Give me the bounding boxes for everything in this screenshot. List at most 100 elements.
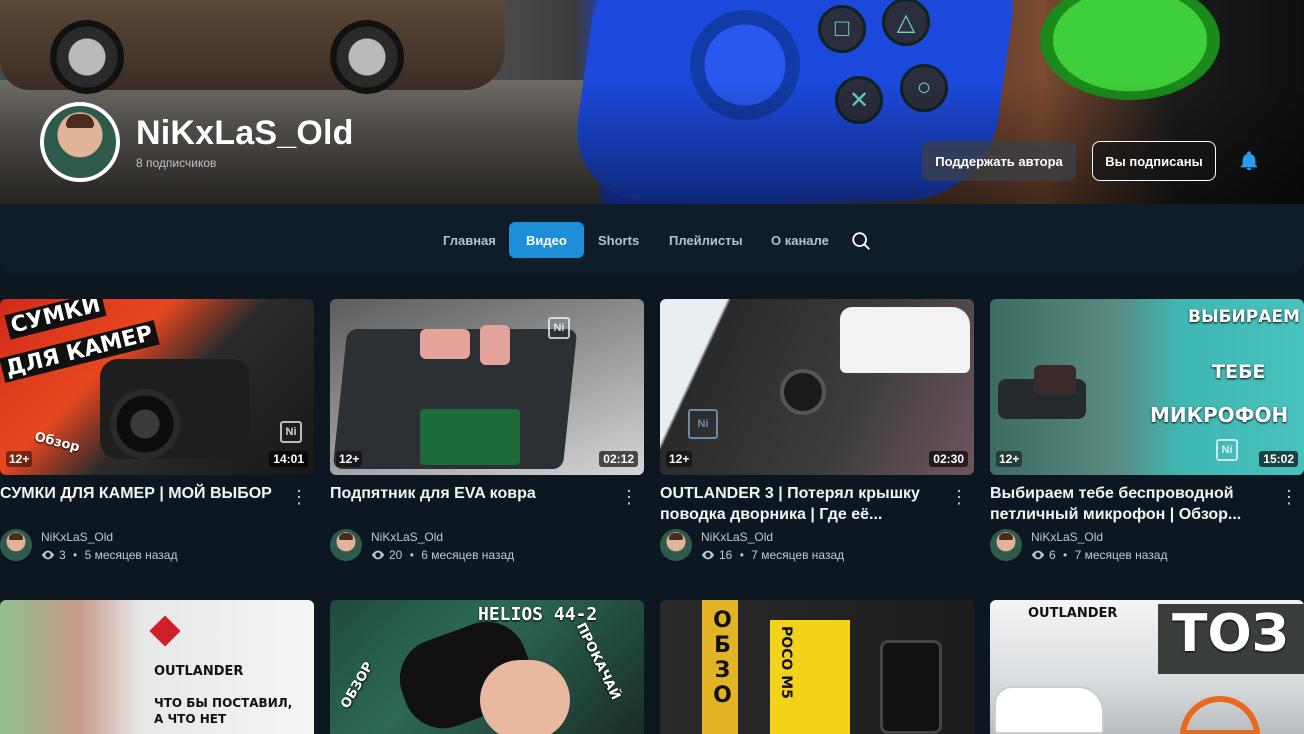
- video-duration: 15:02: [1259, 451, 1298, 467]
- video-title[interactable]: OUTLANDER 3 | Потерял крышку поводка дво…: [660, 483, 945, 525]
- thumbnail-text: POCO M5: [778, 626, 794, 699]
- video-title[interactable]: СУМКИ ДЛЯ КАМЕР | МОЙ ВЫБОР: [0, 483, 285, 504]
- more-vert-icon[interactable]: ⋮: [290, 487, 308, 507]
- age-rating: 12+: [666, 451, 693, 467]
- subscribed-button[interactable]: Вы подписаны: [1092, 141, 1216, 181]
- video-thumbnail[interactable]: Ni 12+ 02:12: [330, 299, 644, 475]
- bell-icon[interactable]: [1238, 150, 1260, 172]
- video-thumbnail[interactable]: OUTLANDER ТОЗ: [990, 600, 1304, 734]
- video-meta: NiKxLaS_Old 6 • 7 месяцев назад: [990, 529, 1304, 563]
- thumbnail-text: А ЧТО НЕТ: [154, 712, 227, 726]
- hand-shape: [480, 660, 570, 734]
- thumbnail-text: ПРОКАЧАЙ: [572, 620, 623, 703]
- video-stats: 20 • 6 месяцев назад: [371, 548, 514, 562]
- thumbnail-text: ТОЗ: [1172, 604, 1289, 664]
- author-name[interactable]: NiKxLaS_Old: [371, 530, 443, 544]
- video-card[interactable]: Ni 12+ 02:30 OUTLANDER 3 | Потерял крышк…: [660, 299, 974, 562]
- upload-age: 6 месяцев назад: [421, 548, 515, 562]
- brand-logo-icon: [149, 615, 181, 647]
- watermark-icon: Ni: [280, 421, 302, 443]
- more-vert-icon[interactable]: ⋮: [1280, 487, 1298, 507]
- dot-separator: •: [1059, 548, 1071, 562]
- subscriber-count: 8 подписчиков: [136, 156, 217, 170]
- phone-shape: [880, 640, 942, 734]
- age-rating: 12+: [996, 451, 1023, 467]
- eye-icon: [701, 550, 715, 560]
- author-avatar[interactable]: [330, 529, 362, 561]
- watermark-icon: Ni: [1216, 439, 1238, 461]
- tab-shorts[interactable]: Shorts: [581, 222, 656, 258]
- video-meta: NiKxLaS_Old 16 • 7 месяцев назад: [660, 529, 974, 563]
- eye-icon: [371, 550, 385, 560]
- video-title[interactable]: Подпятник для EVA ковра: [330, 483, 615, 504]
- video-meta: NiKxLaS_Old 20 • 6 месяцев назад: [330, 529, 644, 563]
- author-avatar[interactable]: [990, 529, 1022, 561]
- upload-age: 7 месяцев назад: [1074, 548, 1168, 562]
- tab-about[interactable]: О канале: [754, 222, 846, 258]
- video-duration: 14:01: [269, 451, 308, 467]
- video-thumbnail[interactable]: ОБЗО POCO M5: [660, 600, 974, 734]
- author-name[interactable]: NiKxLaS_Old: [41, 530, 113, 544]
- video-thumbnail[interactable]: OUTLANDER ЧТО БЫ ПОСТАВИЛ, А ЧТО НЕТ: [0, 600, 314, 734]
- tab-home[interactable]: Главная: [426, 222, 513, 258]
- thumbnail-text: ОБЗОР: [338, 659, 377, 712]
- thumbnail-text: ЧТО БЫ ПОСТАВИЛ,: [154, 696, 293, 710]
- more-vert-icon[interactable]: ⋮: [950, 487, 968, 507]
- video-card[interactable]: ВЫБИРАЕМ ТЕБЕ МИКРОФОН Ni 12+ 15:02 Выби…: [990, 299, 1304, 562]
- thumbnail-text: ОБЗО: [710, 608, 735, 708]
- tab-videos[interactable]: Видео: [509, 222, 584, 258]
- view-count: 20: [389, 548, 403, 562]
- car-shape: [840, 307, 970, 373]
- video-thumbnail[interactable]: ВЫБИРАЕМ ТЕБЕ МИКРОФОН Ni 12+ 15:02: [990, 299, 1304, 475]
- video-thumbnail[interactable]: HELIOS 44-2 ПРОКАЧАЙ ОБЗОР: [330, 600, 644, 734]
- thumbnail-text: МИКРОФОН: [1150, 403, 1289, 427]
- upload-age: 7 месяцев назад: [751, 548, 845, 562]
- view-count: 6: [1049, 548, 1056, 562]
- author-name[interactable]: NiKxLaS_Old: [1031, 530, 1103, 544]
- video-duration: 02:30: [929, 451, 968, 467]
- pad-shape: [420, 409, 520, 465]
- video-card[interactable]: СУМКИ ДЛЯ КАМЕР Обзор Ni 12+ 14:01 СУМКИ…: [0, 299, 314, 562]
- pedal-shape: [480, 325, 510, 365]
- pedal-shape: [420, 329, 470, 359]
- eye-icon: [1031, 550, 1045, 560]
- video-thumbnail[interactable]: Ni 12+ 02:30: [660, 299, 974, 475]
- channel-avatar[interactable]: [40, 102, 120, 182]
- part-shape: [780, 369, 826, 415]
- mic-shape: [1034, 365, 1076, 395]
- search-icon[interactable]: [850, 230, 872, 252]
- eye-icon: [41, 550, 55, 560]
- watermark-icon: Ni: [548, 317, 570, 339]
- car-shape: [994, 686, 1104, 734]
- author-avatar[interactable]: [0, 529, 32, 561]
- video-thumbnail[interactable]: СУМКИ ДЛЯ КАМЕР Обзор Ni 12+ 14:01: [0, 299, 314, 475]
- thumbnail-text: OUTLANDER: [1028, 606, 1118, 621]
- thumbnail-text: Обзор: [32, 429, 82, 456]
- author-avatar[interactable]: [660, 529, 692, 561]
- video-duration: 02:12: [599, 451, 638, 467]
- upload-age: 5 месяцев назад: [84, 548, 178, 562]
- video-meta: NiKxLaS_Old 3 • 5 месяцев назад: [0, 529, 314, 563]
- video-stats: 6 • 7 месяцев назад: [1031, 548, 1167, 562]
- age-rating: 12+: [336, 451, 363, 467]
- support-author-button[interactable]: Поддержать автора: [922, 141, 1076, 181]
- watermark-icon: Ni: [688, 409, 718, 439]
- author-name[interactable]: NiKxLaS_Old: [701, 530, 773, 544]
- dot-separator: •: [736, 548, 748, 562]
- view-count: 16: [719, 548, 733, 562]
- video-stats: 16 • 7 месяцев назад: [701, 548, 844, 562]
- video-card[interactable]: Ni 12+ 02:12 Подпятник для EVA ковра ⋮ N…: [330, 299, 644, 562]
- channel-name: NiKxLaS_Old: [136, 114, 354, 152]
- dot-separator: •: [69, 548, 81, 562]
- video-title[interactable]: Выбираем тебе беспроводной петличный мик…: [990, 483, 1275, 525]
- age-rating: 12+: [6, 451, 33, 467]
- view-count: 3: [59, 548, 66, 562]
- thumbnail-text: СУМКИ: [4, 299, 107, 340]
- dot-separator: •: [406, 548, 418, 562]
- thumbnail-text: ВЫБИРАЕМ: [1188, 307, 1300, 327]
- logo-shape: [1180, 696, 1260, 734]
- more-vert-icon[interactable]: ⋮: [620, 487, 638, 507]
- video-stats: 3 • 5 месяцев назад: [41, 548, 177, 562]
- tab-playlists[interactable]: Плейлисты: [652, 222, 760, 258]
- thumbnail-text: ТЕБЕ: [1212, 361, 1266, 383]
